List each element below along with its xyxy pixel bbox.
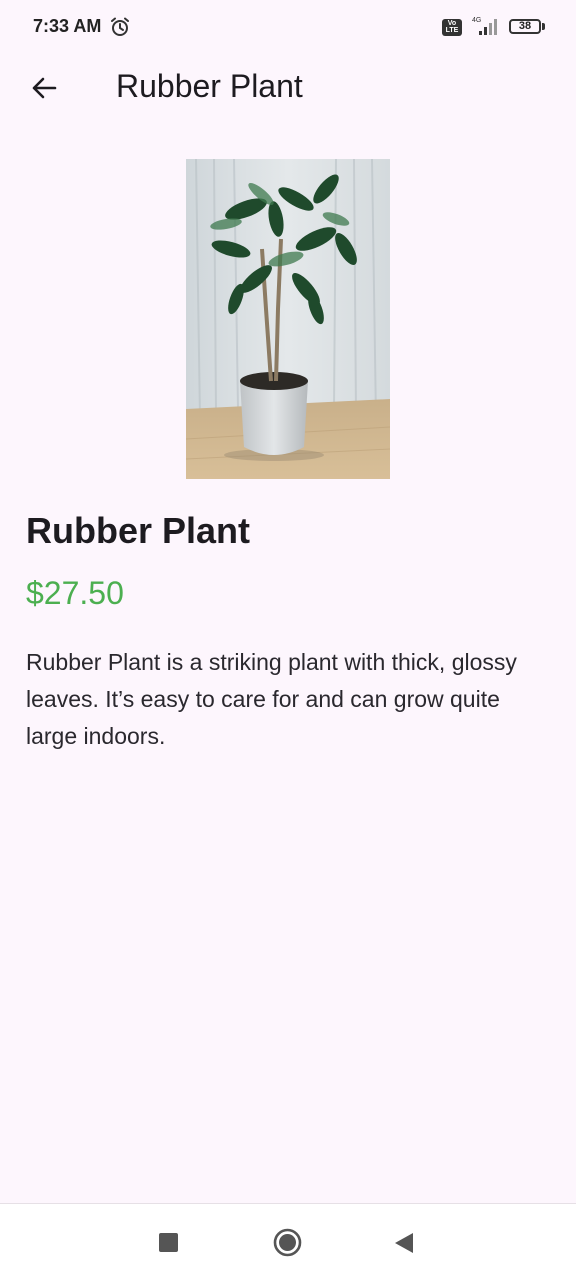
page-title: Rubber Plant [116, 68, 303, 104]
arrow-left-icon [32, 77, 57, 99]
system-nav-bar [0, 1203, 576, 1280]
battery-icon: 38 [509, 19, 541, 34]
product-description: Rubber Plant is a striking plant with th… [26, 649, 517, 749]
svg-text:4G: 4G [472, 17, 481, 24]
alarm-icon [111, 17, 129, 36]
recents-square-icon[interactable] [159, 1233, 178, 1252]
home-circle-icon[interactable] [273, 1228, 302, 1257]
volte-icon: Vo LTE [442, 19, 462, 36]
battery-tip [542, 23, 545, 30]
back-button[interactable] [20, 64, 68, 112]
app-bar: Rubber Plant [0, 56, 576, 120]
status-time: 7:33 AM [33, 16, 102, 36]
product-image [186, 159, 390, 479]
back-triangle-icon[interactable] [394, 1232, 414, 1254]
product-detail-screen: 7:33 AM Vo LTE 4G 38 Rubber Plant Rubber… [0, 0, 576, 1280]
status-bar: 7:33 AM Vo LTE 4G 38 [0, 0, 576, 56]
product-name: Rubber Plant [26, 510, 251, 551]
product-price: $27.50 [26, 575, 124, 611]
signal-icon: 4G [472, 17, 497, 35]
